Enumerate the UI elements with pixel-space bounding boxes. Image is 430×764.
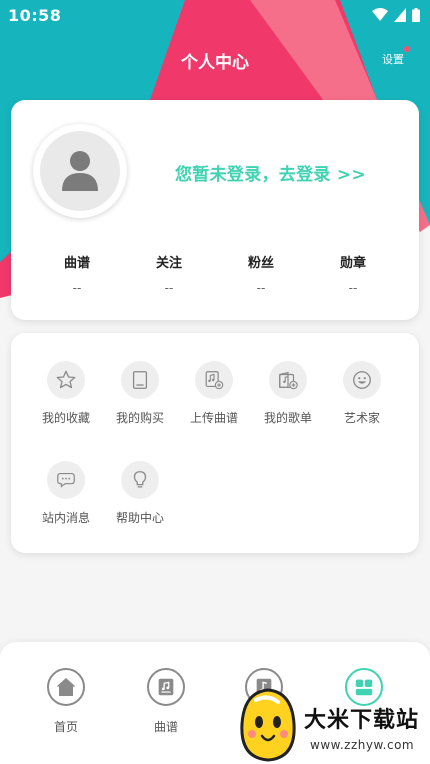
wifi-icon [372,8,388,21]
stat-label: 粉丝 [247,256,274,271]
menu-label: 我的购买 [115,411,164,425]
home-icon [56,678,76,696]
watermark: 大米下载站 www.zzhyw.com [232,686,430,764]
stat-value: -- [164,281,174,295]
stat-followers[interactable]: 粉丝 -- [215,252,307,295]
stat-label: 勋章 [339,256,366,271]
menu-label: 上传曲谱 [189,411,238,425]
nav-label: 曲谱 [153,720,178,734]
menu-item-upload-score[interactable]: 上传曲谱 [177,361,251,461]
star-icon [56,370,76,389]
signal-icon [394,8,406,22]
smiley-icon [353,371,371,389]
menu-label: 艺术家 [343,411,380,425]
chat-bubble-icon [57,472,75,488]
upload-score-icon [205,371,224,390]
stat-value: -- [256,281,266,295]
menu-item-help[interactable]: 帮助中心 [103,461,177,561]
stat-label: 关注 [155,256,182,271]
function-menu-grid: 我的收藏 我的购买 上传曲谱 我的歌单 艺术家 站内消息 帮助中心 [29,361,409,561]
watermark-mascot-icon [240,688,296,762]
menu-item-playlist[interactable]: 我的歌单 [251,361,325,461]
menu-label: 我的歌单 [263,411,312,425]
menu-item-purchases[interactable]: 我的购买 [103,361,177,461]
function-menu-card: 我的收藏 我的购买 上传曲谱 我的歌单 艺术家 站内消息 帮助中心 [11,333,419,553]
menu-label: 站内消息 [41,511,90,525]
stat-label: 曲谱 [63,256,90,271]
stat-value: -- [348,281,358,295]
score-icon [158,678,174,696]
nav-item-scores[interactable]: 曲谱 [136,668,196,735]
profile-stats: 曲谱 -- 关注 -- 粉丝 -- 勋章 -- [11,252,419,295]
lightbulb-icon [133,471,147,488]
book-icon [132,371,148,389]
watermark-text: 大米下载站 [304,708,420,733]
playlist-icon [279,371,298,390]
stat-scores[interactable]: 曲谱 -- [31,252,123,295]
watermark-url: www.zzhyw.com [310,738,415,752]
nav-label: 首页 [53,720,78,734]
battery-icon [412,8,420,22]
user-icon [62,151,98,191]
avatar-placeholder [40,131,120,211]
status-time: 10:58 [8,5,62,25]
stat-medals[interactable]: 勋章 -- [307,252,399,295]
menu-item-messages[interactable]: 站内消息 [29,461,103,561]
menu-label: 我的收藏 [41,411,90,425]
nav-item-home[interactable]: 首页 [36,668,96,735]
menu-item-favorites[interactable]: 我的收藏 [29,361,103,461]
menu-label: 帮助中心 [115,511,164,525]
status-bar: 10:58 [0,0,430,30]
settings-notification-dot [404,46,410,52]
menu-item-artists[interactable]: 艺术家 [325,361,399,461]
stat-value: -- [72,281,82,295]
page-title: 个人中心 [181,53,249,73]
avatar[interactable] [33,124,127,218]
login-link[interactable]: 您暂未登录，去登录 >> [175,160,366,185]
stat-following[interactable]: 关注 -- [123,252,215,295]
settings-button[interactable]: 设置 [382,51,404,67]
status-icons [372,8,420,22]
profile-card: 您暂未登录，去登录 >> 曲谱 -- 关注 -- 粉丝 -- 勋章 -- [11,100,419,320]
